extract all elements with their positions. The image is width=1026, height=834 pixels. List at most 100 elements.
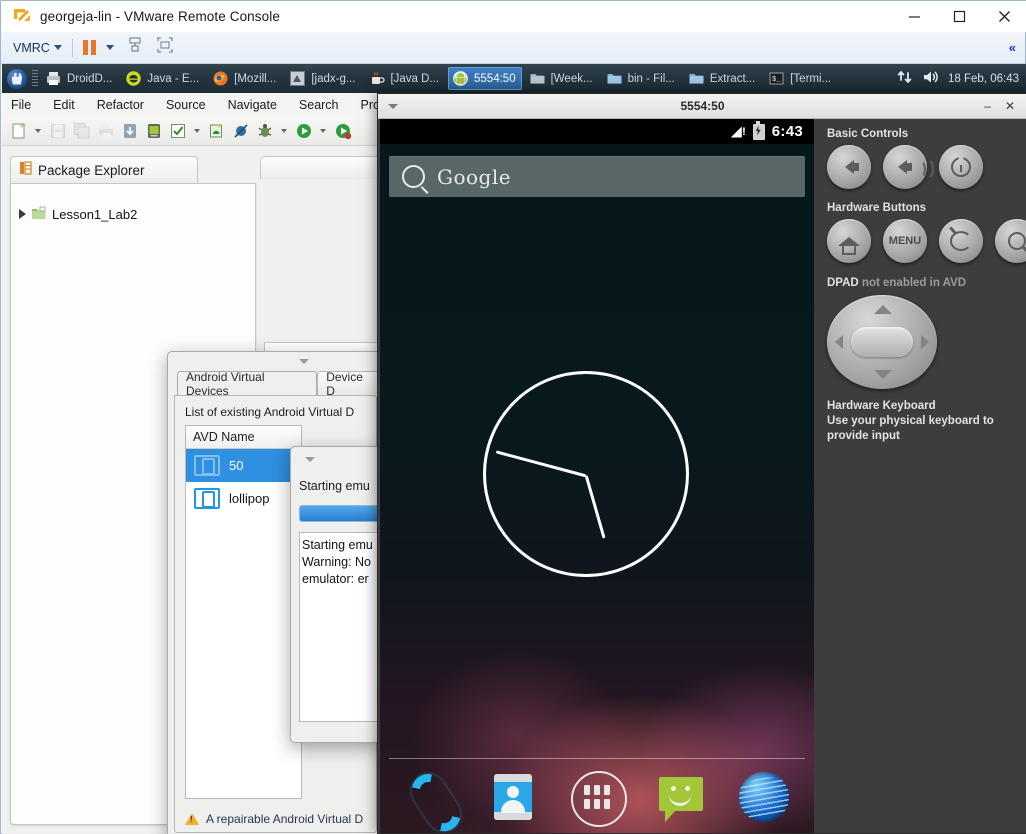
package-explorer-icon (19, 160, 32, 180)
back-button[interactable] (939, 219, 983, 263)
volume-icon[interactable] (922, 69, 939, 88)
avd-table[interactable]: AVD Name 50 lollipop (185, 425, 302, 799)
taskbar-item-jadx[interactable]: [jadx-g... (285, 67, 361, 90)
browser-globe-icon[interactable] (736, 769, 792, 825)
taskbar-item-week-folder[interactable]: [Week... (525, 67, 599, 90)
android-home-wallpaper[interactable]: Google (380, 144, 814, 833)
menu-file[interactable]: File (11, 98, 31, 112)
apps-drawer-icon[interactable] (569, 769, 627, 827)
send-ctrl-alt-del-icon[interactable] (126, 36, 144, 59)
menu-source[interactable]: Source (166, 98, 206, 112)
expand-triangle-icon[interactable] (19, 209, 26, 219)
avd-table-header[interactable]: AVD Name (186, 426, 301, 449)
hardware-buttons-label: Hardware Buttons (827, 202, 927, 214)
maximize-button[interactable] (937, 1, 982, 32)
run-external-icon[interactable] (332, 121, 353, 142)
check-icon[interactable] (167, 121, 188, 142)
window-controls (892, 1, 1026, 32)
run-dropdown-icon[interactable] (320, 129, 326, 133)
tab-package-explorer[interactable]: Package Explorer (10, 156, 198, 183)
taskbar-item-java-eclipse[interactable]: Java - E... (121, 67, 205, 90)
dpad-right-icon[interactable] (921, 335, 929, 349)
new-android-project-icon[interactable] (206, 121, 227, 142)
taskbar-grip[interactable] (32, 69, 38, 88)
close-button[interactable] (982, 1, 1026, 32)
analog-clock-widget[interactable] (483, 371, 689, 577)
dpad-down-icon[interactable] (874, 370, 892, 379)
home-button[interactable] (827, 219, 871, 263)
tab-android-virtual-devices[interactable]: Android Virtual Devices (177, 370, 318, 398)
column-header-avd-name: AVD Name (193, 430, 255, 444)
tree-item-project[interactable]: Lesson1_Lab2 (19, 204, 255, 224)
taskbar-clock[interactable]: 18 Feb, 06:43 (948, 73, 1019, 85)
progress-log[interactable]: Starting emu Warning: No emulator: er (299, 532, 383, 722)
dpad-control[interactable] (827, 295, 937, 389)
avd-manager-icon[interactable] (143, 121, 164, 142)
emulator-close-button[interactable]: ✕ (1005, 99, 1015, 113)
device-icon (194, 455, 220, 476)
messaging-icon[interactable] (653, 769, 709, 825)
search-button[interactable] (995, 219, 1026, 263)
taskbar-item-java-debug[interactable]: [Java D... (364, 67, 445, 90)
volume-up-button[interactable] (883, 145, 934, 189)
toolbar-collapse-chevron-icon[interactable]: « (1009, 40, 1016, 55)
google-search-widget[interactable]: Google (389, 156, 805, 197)
taskbar-item-mozilla[interactable]: [Mozill... (208, 67, 282, 90)
vmrc-titlebar: georgeja-lin - VMware Remote Console (1, 1, 1026, 32)
table-row[interactable]: 50 (186, 449, 301, 482)
dpad-up-icon[interactable] (874, 305, 892, 314)
applications-menu-button[interactable] (4, 66, 30, 92)
volume-down-button[interactable] (827, 145, 871, 189)
network-icon[interactable] (897, 69, 913, 88)
taskbar-item-droidd[interactable]: DroidD... (41, 67, 118, 90)
power-button[interactable] (939, 145, 983, 189)
clock-hour-hand (584, 475, 606, 539)
android-icon (452, 70, 469, 87)
new-dropdown-icon[interactable] (35, 129, 41, 133)
dpad-title: DPAD (827, 277, 859, 289)
dpad-left-icon[interactable] (835, 335, 843, 349)
check-dropdown-icon[interactable] (194, 129, 200, 133)
taskbar-item-extract[interactable]: Extract... (684, 67, 761, 90)
tab-device-definitions[interactable]: Device D (317, 370, 383, 398)
taskbar-item-terminal[interactable]: $_ [Termi... (764, 67, 837, 90)
taskbar-item-label: [Mozill... (234, 72, 277, 85)
menu-navigate[interactable]: Navigate (228, 98, 277, 112)
menu-button[interactable]: MENU (883, 219, 927, 263)
chevron-down-icon[interactable] (305, 457, 315, 462)
print-icon (95, 121, 116, 142)
fullscreen-icon[interactable] (156, 36, 174, 59)
skip-breakpoints-icon[interactable] (230, 121, 251, 142)
taskbar-item-bin-files[interactable]: bin - Fil... (602, 67, 681, 90)
run-icon[interactable] (293, 121, 314, 142)
editor-tab-stub-a[interactable] (260, 156, 382, 179)
phone-icon[interactable] (391, 758, 468, 833)
android-device-screen[interactable]: ! 6:43 Google (380, 119, 814, 833)
menu-refactor[interactable]: Refactor (97, 98, 144, 112)
debug-icon[interactable] (254, 121, 275, 142)
menu-edit[interactable]: Edit (53, 98, 75, 112)
vmrc-menu-button[interactable]: VMRC (13, 41, 62, 55)
taskbar-item-emulator-5554[interactable]: 5554:50 (448, 67, 522, 90)
menu-search[interactable]: Search (299, 98, 339, 112)
new-icon[interactable] (8, 121, 29, 142)
search-widget-label: Google (437, 164, 512, 189)
dpad-center-button[interactable] (851, 327, 913, 357)
emulator-minimize-button[interactable]: – (984, 99, 991, 113)
pause-dropdown-icon[interactable] (105, 45, 114, 50)
minimize-button[interactable] (892, 1, 937, 32)
svg-text:$_: $_ (772, 76, 781, 84)
android-status-bar: ! 6:43 (380, 119, 814, 144)
menu-button-label: MENU (888, 235, 922, 247)
pause-button[interactable] (82, 40, 96, 55)
folder-icon (529, 70, 546, 87)
android-sdk-manager-icon[interactable] (119, 121, 140, 142)
avd-dialog-header (168, 352, 383, 370)
debug-dropdown-icon[interactable] (281, 129, 287, 133)
table-row[interactable]: lollipop (186, 482, 301, 515)
dpad-label: DPAD not enabled in AVD (827, 277, 1026, 289)
battery-charging-icon (752, 120, 765, 140)
contacts-icon[interactable] (485, 769, 541, 825)
chevron-down-icon[interactable] (299, 359, 309, 364)
taskbar-item-label: DroidD... (67, 72, 113, 85)
